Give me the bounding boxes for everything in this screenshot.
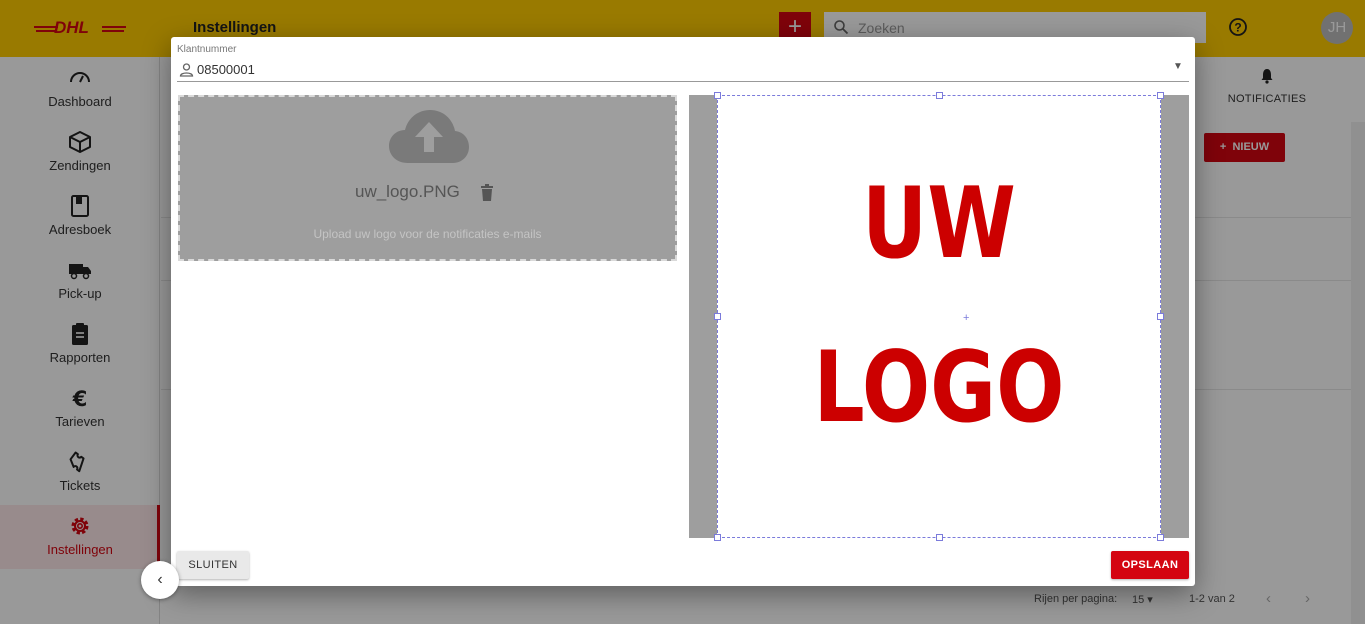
customer-number-value: 08500001 — [197, 62, 255, 77]
crop-handle[interactable] — [714, 313, 721, 320]
person-icon — [179, 63, 194, 77]
crop-selection-frame[interactable]: + — [714, 92, 1164, 541]
crop-handle[interactable] — [936, 534, 943, 541]
crop-handle[interactable] — [714, 534, 721, 541]
logo-upload-dialog: Klantnummer 08500001 ▼ uw_logo.PNG Uploa… — [171, 37, 1195, 586]
crop-handle[interactable] — [714, 92, 721, 99]
crop-handle[interactable] — [1157, 534, 1164, 541]
customer-number-label: Klantnummer — [177, 44, 237, 55]
logo-upload-dropzone[interactable]: uw_logo.PNG Upload uw logo voor de notif… — [178, 95, 677, 261]
crop-handle[interactable] — [1157, 92, 1164, 99]
chevron-down-icon: ▼ — [1173, 61, 1183, 72]
upload-hint: Upload uw logo voor de notificaties e-ma… — [313, 227, 542, 241]
collapse-sidebar-button[interactable]: ‹ — [141, 561, 179, 599]
save-button[interactable]: OPSLAAN — [1111, 551, 1189, 579]
crop-handle[interactable] — [1157, 313, 1164, 320]
close-button[interactable]: SLUITEN — [177, 551, 249, 579]
cloud-upload-icon — [389, 110, 469, 163]
uploaded-file-name: uw_logo.PNG — [355, 182, 460, 201]
logo-crop-area[interactable]: UW LOGO + — [689, 92, 1189, 541]
trash-icon[interactable] — [479, 184, 495, 202]
crop-handle[interactable] — [936, 92, 943, 99]
crop-center-marker: + — [963, 312, 970, 324]
field-underline — [177, 81, 1189, 82]
